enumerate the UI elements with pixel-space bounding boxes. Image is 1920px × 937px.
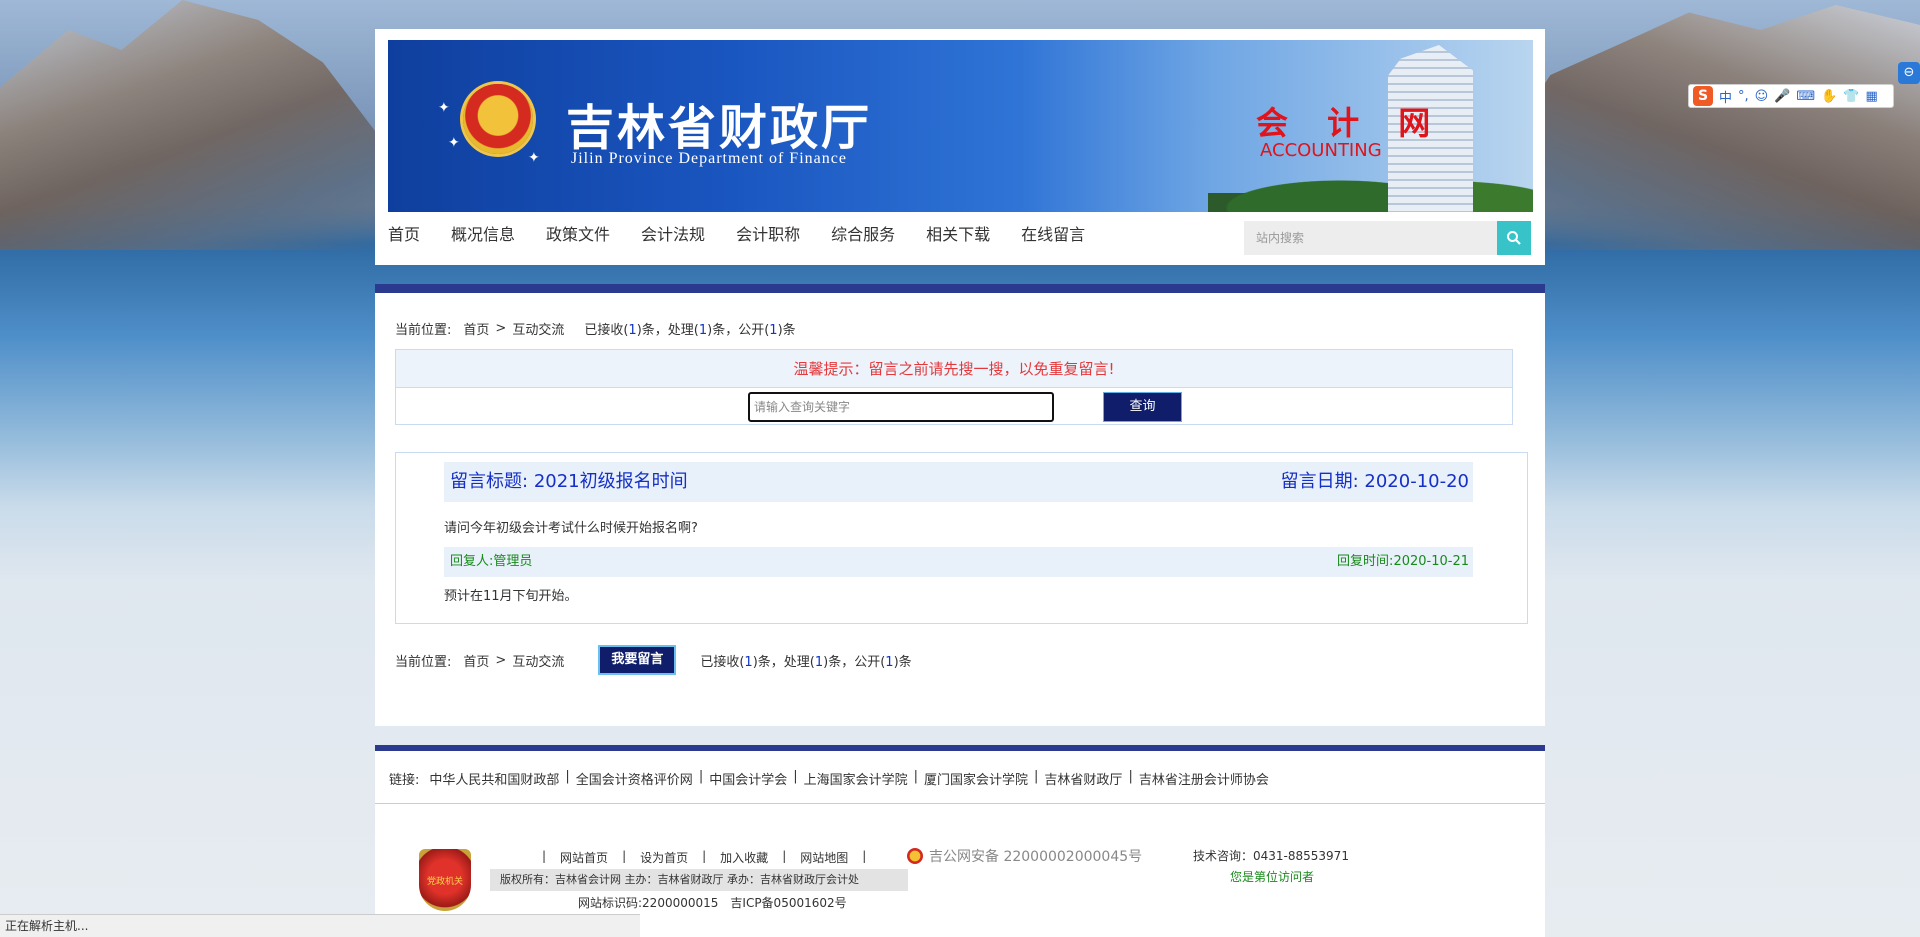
friend-links: 链接: 中华人民共和国财政部 | 全国会计资格评价网 | 中国会计学会 | 上海国家会…	[389, 769, 1269, 788]
nav-item-overview[interactable]: 概况信息	[451, 220, 515, 250]
ime-chinese-mode[interactable]: 中	[1719, 87, 1732, 106]
nav-item-online-message[interactable]: 在线留言	[1021, 220, 1085, 250]
link-item[interactable]: 全国会计资格评价网	[576, 769, 693, 788]
breadcrumb-label: 当前位置:	[395, 323, 452, 338]
party-govt-logo-icon[interactable]: 党政机关	[419, 849, 471, 911]
footer: 链接: 中华人民共和国财政部 | 全国会计资格评价网 | 中国会计学会 | 上海国家会…	[375, 751, 1545, 937]
national-emblem-icon	[463, 84, 533, 154]
breadcrumb: 当前位置: 首页 > 互动交流 已接收(1)条，处理(1)条，公开(1)条	[395, 319, 796, 338]
main-nav: 首页 概况信息 政策文件 会计法规 会计职称 综合服务 相关下载 在线留言	[388, 220, 1116, 250]
ime-voice-icon[interactable]: 🎤	[1774, 89, 1790, 104]
link-item[interactable]: 吉林省财政厅	[1044, 769, 1122, 788]
breadcrumb-label: 当前位置:	[395, 654, 452, 670]
nav-item-home[interactable]: 首页	[388, 220, 420, 250]
visitor-count: 您是第位访问者	[1230, 870, 1315, 884]
search-button[interactable]	[1497, 221, 1531, 255]
header: ✦ ✦ ✦ 吉林省财政厅 Jilin Province Department o…	[375, 29, 1545, 265]
notice-tip: 温馨提示：留言之前请先搜一搜，以免重复留言!	[396, 350, 1512, 388]
message-date: 留言日期: 2020-10-20	[1280, 471, 1469, 492]
ime-toolbar[interactable]: S 中 °, ☺ 🎤 ⌨ ✋ 👕 ▦	[1688, 84, 1894, 108]
replier: 回复人:管理员	[450, 554, 533, 569]
nav-item-services[interactable]: 综合服务	[831, 220, 895, 250]
message-item: 留言标题: 2021初级报名时间 留言日期: 2020-10-20 请问今年初级…	[395, 452, 1528, 624]
banner: ✦ ✦ ✦ 吉林省财政厅 Jilin Province Department o…	[388, 40, 1533, 212]
site-title-en: Jilin Province Department of Finance	[571, 150, 847, 167]
links-label: 链接:	[389, 773, 420, 788]
ime-handwrite-icon[interactable]: ✋	[1821, 89, 1837, 104]
icp-link[interactable]: 吉ICP备05001602号	[730, 894, 846, 911]
ime-toolbox-icon[interactable]: ▦	[1866, 89, 1878, 104]
police-record[interactable]: 吉公网安备 22000002000045号	[907, 846, 1142, 866]
sogou-logo-icon[interactable]: S	[1693, 86, 1713, 106]
site-search-input[interactable]: 站内搜索	[1244, 221, 1497, 255]
background-mountains-left	[0, 0, 380, 250]
ime-skin-icon[interactable]: 👕	[1843, 89, 1859, 104]
message-title-row: 留言标题: 2021初级报名时间 留言日期: 2020-10-20	[444, 462, 1473, 502]
search-notice-box: 温馨提示：留言之前请先搜一搜，以免重复留言! 请输入查询关键字 查询	[395, 349, 1513, 425]
breadcrumb-separator: >	[495, 652, 507, 668]
sparkle-icon: ✦	[438, 100, 450, 116]
side-toolbar-icon[interactable]: ⊖	[1898, 62, 1920, 84]
page-container: ✦ ✦ ✦ 吉林省财政厅 Jilin Province Department o…	[375, 29, 1545, 937]
message-title: 留言标题: 2021初级报名时间	[450, 471, 688, 492]
section-title-cn: 会 计 网	[1256, 104, 1445, 142]
link-item[interactable]: 中国会计学会	[709, 769, 787, 788]
leave-message-button[interactable]: 我要留言	[598, 645, 677, 675]
footer-link-sitemap[interactable]: 网站地图	[800, 849, 848, 866]
main-content: 当前位置: 首页 > 互动交流 已接收(1)条，处理(1)条，公开(1)条 温馨…	[375, 293, 1545, 726]
police-badge-icon	[907, 848, 923, 864]
search-icon	[1507, 231, 1521, 245]
breadcrumb-home[interactable]: 首页	[463, 319, 489, 338]
message-stats: 已接收(1)条，处理(1)条，公开(1)条	[584, 323, 796, 338]
footer-divider	[375, 803, 1545, 804]
copyright: 版权所有：吉林省会计网 主办：吉林省财政厅 承办：吉林省财政厅会计处	[490, 869, 908, 891]
footer-link-home[interactable]: 网站首页	[560, 849, 608, 866]
site-code: 网站标识码:2200000015	[578, 896, 719, 910]
status-bar: 正在解析主机...	[0, 914, 640, 937]
divider-bar	[375, 284, 1545, 293]
link-item[interactable]: 上海国家会计学院	[804, 769, 908, 788]
site-title-cn: 吉林省财政厅	[566, 100, 873, 156]
reply-content: 预计在11月下旬开始。	[444, 589, 578, 604]
link-item[interactable]: 中华人民共和国财政部	[429, 769, 559, 788]
message-stats: 已接收(1)条，处理(1)条，公开(1)条	[700, 654, 912, 670]
tech-support: 技术咨询：0431-88553971	[1193, 849, 1349, 863]
sparkle-icon: ✦	[528, 150, 540, 166]
ime-emoji-icon[interactable]: ☺	[1755, 89, 1769, 104]
link-item[interactable]: 吉林省注册会计师协会	[1139, 769, 1269, 788]
nav-item-titles[interactable]: 会计职称	[736, 220, 800, 250]
breadcrumb-separator: >	[495, 321, 507, 336]
query-input[interactable]: 请输入查询关键字	[748, 392, 1054, 422]
breadcrumb-current[interactable]: 互动交流	[512, 651, 564, 670]
section-title-en: ACCOUNTING	[1260, 140, 1382, 161]
link-item[interactable]: 厦门国家会计学院	[924, 769, 1028, 788]
message-content: 请问今年初级会计考试什么时候开始报名啊?	[444, 521, 698, 536]
nav-item-policy[interactable]: 政策文件	[546, 220, 610, 250]
nav-item-regulations[interactable]: 会计法规	[641, 220, 705, 250]
site-id: 网站标识码:2200000015 吉ICP备05001602号	[578, 894, 847, 911]
ime-punctuation-icon[interactable]: °,	[1738, 89, 1749, 104]
nav-item-downloads[interactable]: 相关下载	[926, 220, 990, 250]
footer-link-bookmark[interactable]: 加入收藏	[720, 849, 768, 866]
breadcrumb-current[interactable]: 互动交流	[512, 319, 564, 338]
breadcrumb-home[interactable]: 首页	[463, 651, 489, 670]
query-button[interactable]: 查询	[1103, 392, 1182, 422]
reply-time: 回复时间:2020-10-21	[1337, 554, 1469, 569]
reply-row: 回复人:管理员 回复时间:2020-10-21	[444, 547, 1473, 577]
footer-link-set-home[interactable]: 设为首页	[640, 849, 688, 866]
breadcrumb-bottom: 当前位置: 首页 > 互动交流 我要留言 已接收(1)条，处理(1)条，公开(1…	[395, 645, 912, 675]
footer-nav: | 网站首页 | 设为首页 | 加入收藏 | 网站地图 |	[542, 849, 867, 866]
ime-keyboard-icon[interactable]: ⌨	[1796, 89, 1815, 104]
background-mountains-right	[1500, 5, 1920, 250]
sparkle-icon: ✦	[448, 135, 460, 151]
banner-trees	[1208, 160, 1533, 212]
